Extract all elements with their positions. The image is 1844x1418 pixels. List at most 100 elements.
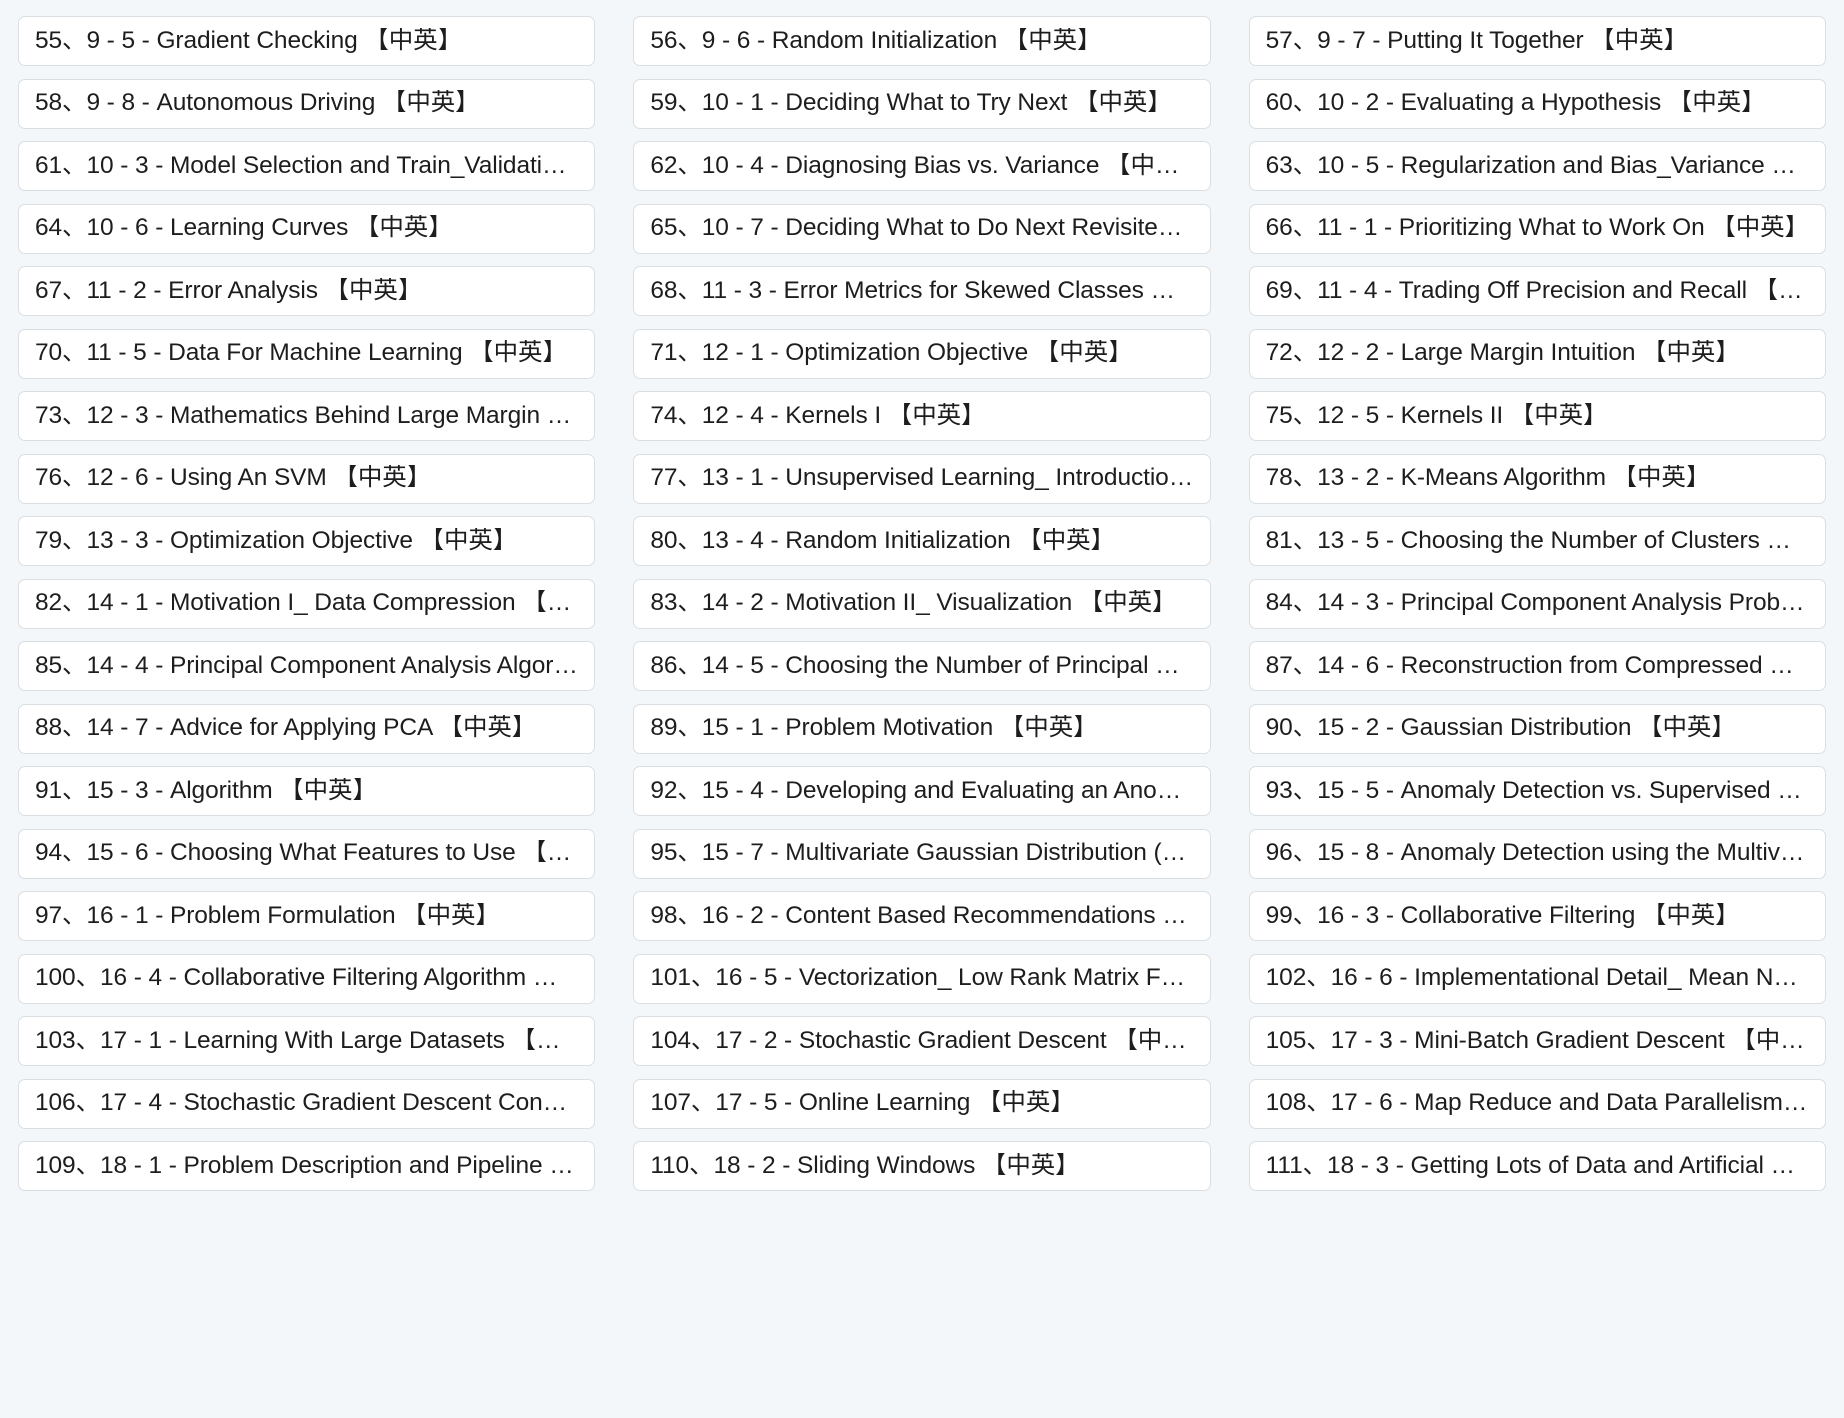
video-list-item[interactable]: 96、15 - 8 - Anomaly Detection using the … (1248, 828, 1826, 879)
video-list-item[interactable]: 86、14 - 5 - Choosing the Number of Princ… (633, 641, 1211, 691)
video-list-item[interactable]: 63、10 - 5 - Regularization and Bias_Vari… (1248, 141, 1826, 191)
video-list-item[interactable]: 75、12 - 5 - Kernels II 【中英】 (1248, 391, 1826, 441)
video-list-item[interactable]: 76、12 - 6 - Using An SVM 【中英】 (18, 453, 596, 504)
video-list-item-title: 107、17 - 5 - Online Learning 【中英】 (650, 1090, 1075, 1117)
video-list-item-title: 86、14 - 5 - Choosing the Number of Princ… (650, 652, 1193, 679)
video-list-item[interactable]: 89、15 - 1 - Problem Motivation 【中英】 (633, 703, 1211, 754)
video-list-item-title: 102、16 - 6 - Implementational Detail_ Me… (1265, 965, 1809, 992)
video-list-item-title: 56、9 - 6 - Random Initialization 【中英】 (650, 27, 1102, 54)
video-list-item-title: 89、15 - 1 - Problem Motivation 【中英】 (650, 715, 1098, 742)
video-list-item[interactable]: 57、9 - 7 - Putting It Together 【中英】 (1248, 16, 1826, 66)
video-list-item-title: 62、10 - 4 - Diagnosing Bias vs. Variance… (650, 152, 1194, 179)
video-list-item[interactable]: 108、17 - 6 - Map Reduce and Data Paralle… (1248, 1078, 1826, 1129)
video-list-item[interactable]: 102、16 - 6 - Implementational Detail_ Me… (1248, 953, 1826, 1004)
video-list-item[interactable]: 103、17 - 1 - Learning With Large Dataset… (18, 1016, 596, 1066)
video-list-item-title: 80、13 - 4 - Random Initialization 【中英】 (650, 527, 1115, 554)
video-list-item[interactable]: 92、15 - 4 - Developing and Evaluating an… (633, 766, 1211, 816)
video-list-item[interactable]: 66、11 - 1 - Prioritizing What to Work On… (1248, 203, 1826, 254)
video-list-item-title: 58、9 - 8 - Autonomous Driving 【中英】 (35, 90, 480, 117)
video-list-item[interactable]: 93、15 - 5 - Anomaly Detection vs. Superv… (1248, 766, 1826, 816)
video-list-item-title: 65、10 - 7 - Deciding What to Do Next Rev… (650, 215, 1193, 242)
video-list-item[interactable]: 68、11 - 3 - Error Metrics for Skewed Cla… (633, 266, 1211, 316)
video-list-item-title: 78、13 - 2 - K-Means Algorithm 【中英】 (1265, 465, 1711, 492)
video-list-item-title: 69、11 - 4 - Trading Off Precision and Re… (1265, 277, 1809, 304)
video-list-item[interactable]: 71、12 - 1 - Optimization Objective 【中英】 (633, 328, 1211, 379)
video-list-item[interactable]: 72、12 - 2 - Large Margin Intuition 【中英】 (1248, 328, 1826, 379)
video-list-item[interactable]: 111、18 - 3 - Getting Lots of Data and Ar… (1248, 1141, 1826, 1191)
video-list-item[interactable]: 88、14 - 7 - Advice for Applying PCA 【中英】 (18, 703, 596, 754)
video-list-item[interactable]: 104、17 - 2 - Stochastic Gradient Descent… (633, 1016, 1211, 1066)
video-list-item-title: 110、18 - 2 - Sliding Windows 【中英】 (650, 1152, 1080, 1179)
video-list-item[interactable]: 106、17 - 4 - Stochastic Gradient Descent… (18, 1078, 596, 1129)
video-list-item-title: 60、10 - 2 - Evaluating a Hypothesis 【中英】 (1265, 90, 1766, 117)
video-list-item[interactable]: 80、13 - 4 - Random Initialization 【中英】 (633, 516, 1211, 566)
video-list-item-title: 94、15 - 6 - Choosing What Features to Us… (35, 840, 579, 867)
video-list-item[interactable]: 110、18 - 2 - Sliding Windows 【中英】 (633, 1141, 1211, 1191)
video-list-item-title: 72、12 - 2 - Large Margin Intuition 【中英】 (1265, 340, 1740, 367)
video-list-item[interactable]: 109、18 - 1 - Problem Description and Pip… (18, 1141, 596, 1191)
video-list-item[interactable]: 64、10 - 6 - Learning Curves 【中英】 (18, 203, 596, 254)
video-list-item[interactable]: 58、9 - 8 - Autonomous Driving 【中英】 (18, 78, 596, 129)
video-list-item-title: 85、14 - 4 - Principal Component Analysis… (35, 652, 579, 679)
video-list-item[interactable]: 67、11 - 2 - Error Analysis 【中英】 (18, 266, 596, 316)
video-list-item[interactable]: 65、10 - 7 - Deciding What to Do Next Rev… (633, 203, 1211, 254)
video-list-grid: 55、9 - 5 - Gradient Checking 【中英】 56、9 - … (0, 0, 1844, 1207)
video-list-item[interactable]: 87、14 - 6 - Reconstruction from Compress… (1248, 641, 1826, 691)
video-list-item-title: 64、10 - 6 - Learning Curves 【中英】 (35, 215, 453, 242)
video-list-item[interactable]: 70、11 - 5 - Data For Machine Learning 【中… (18, 328, 596, 379)
video-list-item-title: 104、17 - 2 - Stochastic Gradient Descent… (650, 1027, 1194, 1054)
video-list-item[interactable]: 79、13 - 3 - Optimization Objective 【中英】 (18, 516, 596, 566)
video-list-item-title: 76、12 - 6 - Using An SVM 【中英】 (35, 465, 432, 492)
video-list-item[interactable]: 69、11 - 4 - Trading Off Precision and Re… (1248, 266, 1826, 316)
video-list-item[interactable]: 55、9 - 5 - Gradient Checking 【中英】 (18, 16, 596, 66)
video-list-item-title: 93、15 - 5 - Anomaly Detection vs. Superv… (1265, 777, 1809, 804)
video-list-item-title: 97、16 - 1 - Problem Formulation 【中英】 (35, 902, 500, 929)
video-list-item[interactable]: 84、14 - 3 - Principal Component Analysis… (1248, 578, 1826, 629)
video-list-item-title: 108、17 - 6 - Map Reduce and Data Paralle… (1265, 1090, 1809, 1117)
video-list-item[interactable]: 98、16 - 2 - Content Based Recommendation… (633, 891, 1211, 941)
video-list-item[interactable]: 73、12 - 3 - Mathematics Behind Large Mar… (18, 391, 596, 441)
video-list-item[interactable]: 61、10 - 3 - Model Selection and Train_Va… (18, 141, 596, 191)
video-list-item[interactable]: 81、13 - 5 - Choosing the Number of Clust… (1248, 516, 1826, 566)
video-list-item-title: 100、16 - 4 - Collaborative Filtering Alg… (35, 965, 579, 992)
video-list-item-title: 103、17 - 1 - Learning With Large Dataset… (35, 1027, 579, 1054)
video-list-item[interactable]: 62、10 - 4 - Diagnosing Bias vs. Variance… (633, 141, 1211, 191)
video-list-item-title: 106、17 - 4 - Stochastic Gradient Descent… (35, 1090, 578, 1117)
video-list-item[interactable]: 99、16 - 3 - Collaborative Filtering 【中英】 (1248, 891, 1826, 941)
video-list-item-title: 84、14 - 3 - Principal Component Analysis… (1265, 590, 1809, 617)
video-list-item[interactable]: 77、13 - 1 - Unsupervised Learning_ Intro… (633, 453, 1211, 504)
video-list-item[interactable]: 82、14 - 1 - Motivation I_ Data Compressi… (18, 578, 596, 629)
video-list-item-title: 61、10 - 3 - Model Selection and Train_Va… (35, 152, 578, 179)
video-list-item[interactable]: 85、14 - 4 - Principal Component Analysis… (18, 641, 596, 691)
video-list-item-title: 87、14 - 6 - Reconstruction from Compress… (1265, 652, 1809, 679)
video-list-item-title: 95、15 - 7 - Multivariate Gaussian Distri… (650, 840, 1194, 867)
video-list-item-title: 105、17 - 3 - Mini-Batch Gradient Descent… (1265, 1027, 1809, 1054)
video-list-item-title: 71、12 - 1 - Optimization Objective 【中英】 (650, 340, 1133, 367)
video-list-item[interactable]: 94、15 - 6 - Choosing What Features to Us… (18, 828, 596, 879)
video-list-item[interactable]: 97、16 - 1 - Problem Formulation 【中英】 (18, 891, 596, 941)
video-list-item[interactable]: 105、17 - 3 - Mini-Batch Gradient Descent… (1248, 1016, 1826, 1066)
video-list-item[interactable]: 90、15 - 2 - Gaussian Distribution 【中英】 (1248, 703, 1826, 754)
video-list-item-title: 91、15 - 3 - Algorithm 【中英】 (35, 777, 377, 804)
video-list-item[interactable]: 83、14 - 2 - Motivation II_ Visualization… (633, 578, 1211, 629)
video-list-item-title: 75、12 - 5 - Kernels II 【中英】 (1265, 402, 1608, 429)
video-list-item[interactable]: 74、12 - 4 - Kernels I 【中英】 (633, 391, 1211, 441)
video-list-item-title: 57、9 - 7 - Putting It Together 【中英】 (1265, 27, 1688, 54)
video-list-item[interactable]: 100、16 - 4 - Collaborative Filtering Alg… (18, 953, 596, 1004)
video-list-item-title: 88、14 - 7 - Advice for Applying PCA 【中英】 (35, 715, 537, 742)
video-list-item-title: 111、18 - 3 - Getting Lots of Data and Ar… (1265, 1152, 1809, 1179)
video-list-item[interactable]: 56、9 - 6 - Random Initialization 【中英】 (633, 16, 1211, 66)
video-list-item[interactable]: 101、16 - 5 - Vectorization_ Low Rank Mat… (633, 953, 1211, 1004)
video-list-item-title: 99、16 - 3 - Collaborative Filtering 【中英】 (1265, 902, 1740, 929)
video-list-item[interactable]: 78、13 - 2 - K-Means Algorithm 【中英】 (1248, 453, 1826, 504)
video-list-item-title: 90、15 - 2 - Gaussian Distribution 【中英】 (1265, 715, 1736, 742)
video-list-item-title: 55、9 - 5 - Gradient Checking 【中英】 (35, 27, 462, 54)
video-list-item[interactable]: 107、17 - 5 - Online Learning 【中英】 (633, 1078, 1211, 1129)
video-list-item-title: 83、14 - 2 - Motivation II_ Visualization… (650, 590, 1177, 617)
video-list-item-title: 74、12 - 4 - Kernels I 【中英】 (650, 402, 986, 429)
video-list-item-title: 67、11 - 2 - Error Analysis 【中英】 (35, 277, 423, 304)
video-list-item[interactable]: 91、15 - 3 - Algorithm 【中英】 (18, 766, 596, 816)
video-list-item[interactable]: 60、10 - 2 - Evaluating a Hypothesis 【中英】 (1248, 78, 1826, 129)
video-list-item[interactable]: 95、15 - 7 - Multivariate Gaussian Distri… (633, 828, 1211, 879)
video-list-item[interactable]: 59、10 - 1 - Deciding What to Try Next 【中… (633, 78, 1211, 129)
